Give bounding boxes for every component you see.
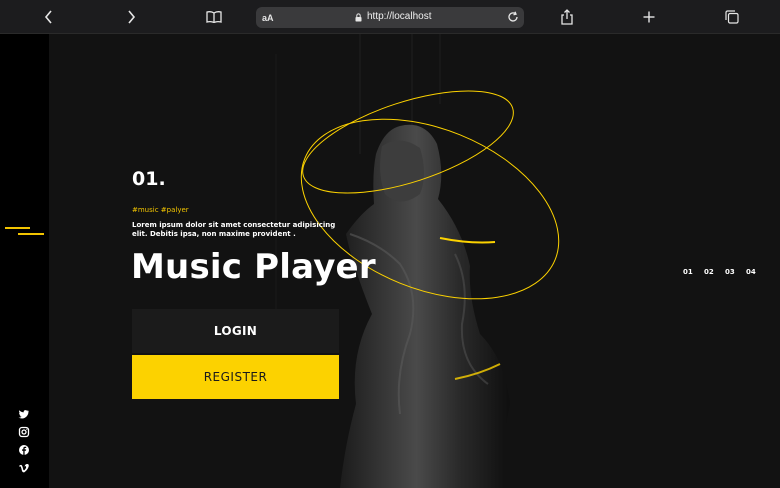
url-text: http://localhost [367,11,432,22]
browser-toolbar: aA http://localhost [0,0,780,34]
share-icon[interactable] [552,0,582,34]
hashtags: #music #palyer [132,206,189,214]
back-icon[interactable] [34,0,64,34]
vimeo-icon[interactable] [17,461,31,475]
statue-artwork [275,34,560,488]
login-button[interactable]: LOGIN [132,309,339,353]
twitter-icon[interactable] [17,407,31,421]
new-tab-icon[interactable] [634,0,664,34]
address-bar[interactable]: aA http://localhost [256,7,524,28]
hero-description: Lorem ipsum dolor sit amet consectetur a… [132,221,336,238]
slide-pager: 01 02 03 04 [683,268,767,276]
lock-icon [355,13,362,22]
pager-item[interactable]: 04 [746,268,767,276]
reload-icon[interactable] [506,10,520,24]
social-links [17,407,33,479]
instagram-icon[interactable] [17,425,31,439]
pager-item[interactable]: 03 [725,268,746,276]
menu-icon[interactable] [5,227,45,239]
slide-number: 01. [132,168,166,190]
tabs-icon[interactable] [717,0,747,34]
register-button[interactable]: REGISTER [132,355,339,399]
reader-aa-button[interactable]: aA [262,13,274,23]
pager-item[interactable]: 01 [683,268,704,276]
landing-page: 01. #music #palyer Lorem ipsum dolor sit… [0,34,780,488]
page-title: Music Player [131,247,376,287]
bookmarks-icon[interactable] [199,0,229,34]
pager-item[interactable]: 02 [704,268,725,276]
forward-icon[interactable] [116,0,146,34]
facebook-icon[interactable] [17,443,31,457]
